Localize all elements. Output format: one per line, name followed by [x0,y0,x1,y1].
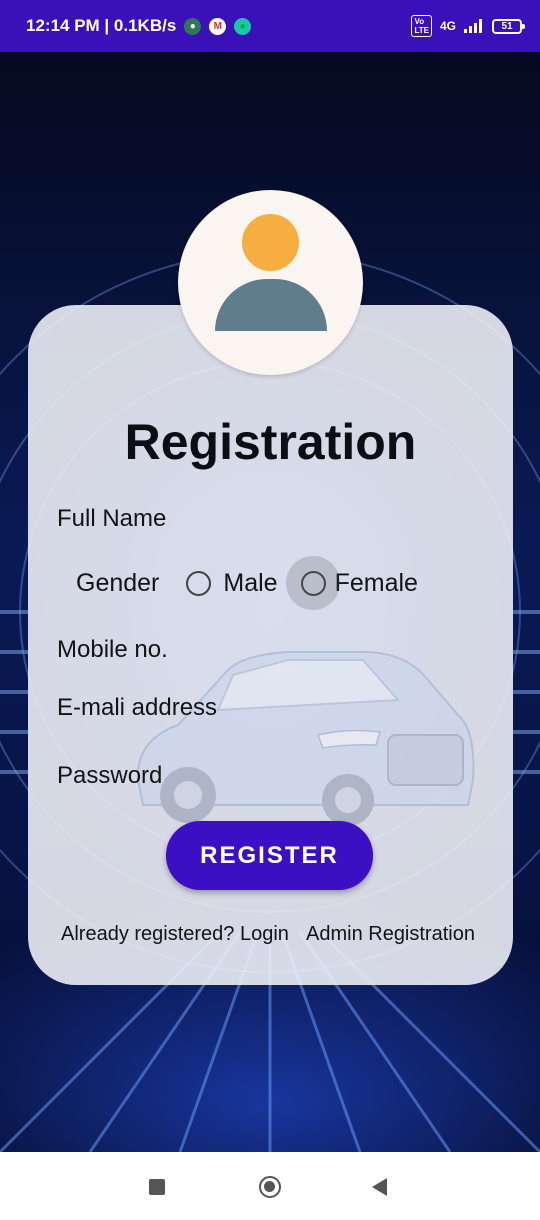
avatar-body-icon [215,279,327,331]
gender-label: Gender [76,568,160,597]
radio-circle-icon [186,570,212,596]
male-label[interactable]: Male [223,569,277,598]
app-notification-icon-2: ● [234,17,252,35]
avatar [178,190,363,375]
home-icon[interactable] [259,1176,281,1198]
signal-icon [464,19,482,33]
network-label: 4G [439,19,456,33]
status-left: 12:14 PM | 0.1KB/s ● M ● [26,16,252,36]
mobile-field[interactable]: Mobile no. [57,636,168,664]
navigation-bar [0,1152,540,1220]
recent-apps-icon[interactable] [149,1179,165,1195]
gender-row: Gender Male Female [76,556,418,610]
page-title: Registration [124,414,417,470]
gmail-icon: M [209,17,227,35]
volte-icon: Vo LTE [411,15,432,37]
app-notification-icon: ● [184,17,202,35]
admin-registration-link[interactable]: Admin Registration [306,923,475,946]
battery-icon: 51 [492,18,525,34]
male-radio[interactable] [186,570,212,596]
email-field[interactable]: E-mali address [57,694,217,722]
password-field[interactable]: Password [57,762,162,790]
back-icon[interactable] [372,1178,387,1196]
avatar-head-icon [242,214,299,271]
female-label[interactable]: Female [335,569,418,598]
register-button[interactable]: REGISTER [166,821,373,890]
login-link[interactable]: Already registered? Login [61,923,289,946]
female-radio[interactable] [286,556,341,610]
radio-ripple [286,556,341,610]
status-time: 12:14 PM | 0.1KB/s [26,16,177,35]
car-image [136,651,475,826]
status-bar: 12:14 PM | 0.1KB/s ● M ● Vo LTE 4G 51 [0,0,540,52]
full-name-field[interactable]: Full Name [57,505,166,533]
status-right: Vo LTE 4G 51 [411,15,525,37]
